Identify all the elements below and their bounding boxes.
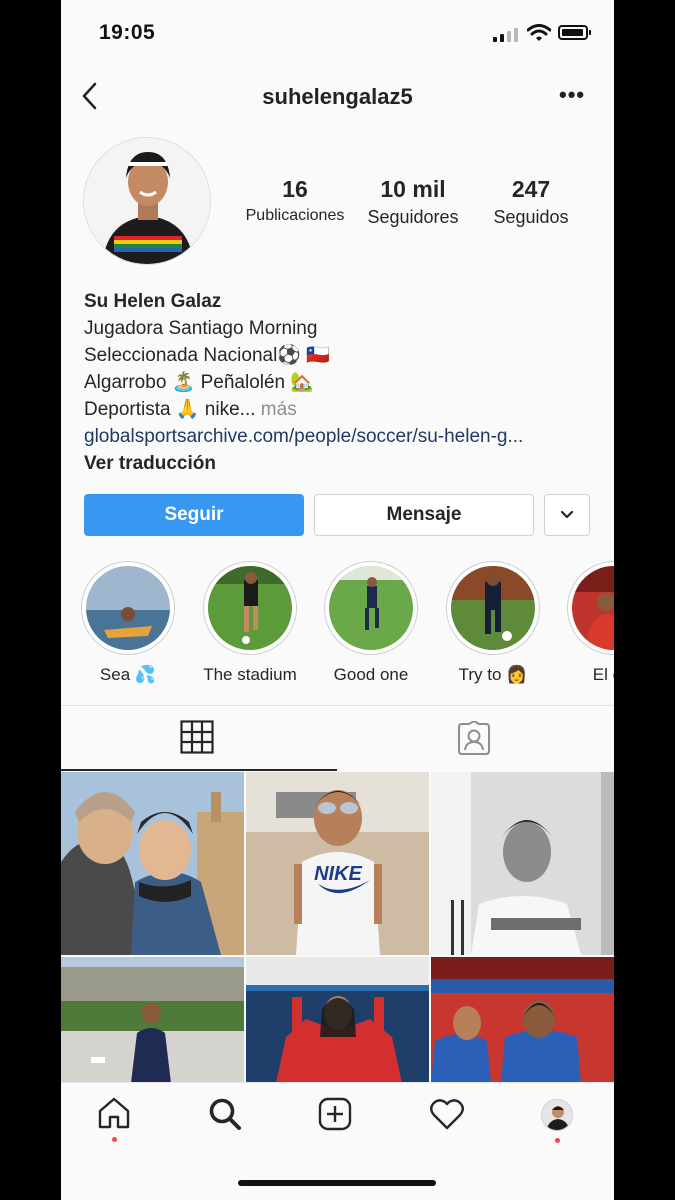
profile-avatar[interactable] <box>83 137 211 265</box>
home-icon[interactable] <box>97 1096 131 1130</box>
highlight-item[interactable]: Try to 👩 <box>445 561 541 685</box>
stat-followers[interactable]: 10 mil Seguidores <box>357 176 469 228</box>
bio-line: Deportista 🙏 nike... más <box>84 396 523 423</box>
activity-icon[interactable] <box>429 1098 465 1130</box>
profile-bio: Su Helen Galaz Jugadora Santiago Morning… <box>84 288 523 477</box>
post-image <box>61 957 244 1083</box>
posts-count: 16 <box>282 176 308 202</box>
tagged-icon[interactable] <box>456 721 492 757</box>
post-image: NIKE <box>246 772 429 955</box>
profile-website-link[interactable]: globalsportsarchive.com/people/soccer/su… <box>84 423 523 450</box>
highlight-cover <box>451 566 535 650</box>
post-image <box>431 957 614 1083</box>
post-thumbnail[interactable] <box>431 772 614 955</box>
highlight-label: The stadium <box>203 665 297 684</box>
highlight-cover <box>208 566 292 650</box>
post-thumbnail[interactable] <box>61 772 244 955</box>
tabs-divider <box>61 705 614 706</box>
following-label: Seguidos <box>493 207 569 227</box>
wifi-icon <box>527 24 551 41</box>
following-count: 247 <box>511 176 551 202</box>
battery-icon <box>558 25 591 40</box>
post-image <box>431 772 614 955</box>
grid-icon[interactable] <box>180 720 214 754</box>
post-thumbnail[interactable] <box>431 957 614 1083</box>
post-thumbnail[interactable] <box>246 957 429 1083</box>
highlight-item[interactable]: The stadium <box>202 561 298 685</box>
profile-name: Su Helen Galaz <box>84 291 222 312</box>
status-time: 19:05 <box>99 21 156 44</box>
search-icon[interactable] <box>207 1096 243 1132</box>
bio-last-line: Deportista 🙏 nike... <box>84 399 256 420</box>
posts-label: Publicaciones <box>245 207 345 224</box>
post-image <box>246 957 429 1083</box>
profile-icon[interactable] <box>541 1099 573 1131</box>
profile-username: suhelengalaz5 <box>262 84 413 109</box>
highlight-cover <box>572 566 614 650</box>
profile-screen: 19:05 suhelengalaz5 ••• 16 Publicaciones… <box>61 0 614 1200</box>
bio-more-link[interactable]: más <box>261 399 297 420</box>
add-post-icon[interactable] <box>318 1097 352 1131</box>
cellular-signal-icon <box>493 28 521 42</box>
suggestions-dropdown-button[interactable] <box>544 494 590 536</box>
svg-text:NIKE: NIKE <box>314 863 362 885</box>
followers-count: 10 mil <box>380 176 446 202</box>
highlight-label: Sea 💦 <box>99 665 157 684</box>
follow-button[interactable]: Seguir <box>84 494 304 536</box>
post-thumbnail[interactable]: NIKE <box>246 772 429 955</box>
chevron-down-icon <box>560 510 574 519</box>
more-options-button[interactable]: ••• <box>559 82 585 108</box>
highlight-cover <box>329 566 413 650</box>
profile-notification-dot <box>555 1138 560 1143</box>
post-thumbnail[interactable] <box>61 957 244 1083</box>
highlight-label: Try to 👩 <box>458 665 528 684</box>
bio-line: Algarrobo 🏝️ Peñalolén 🏡 <box>84 372 315 393</box>
stat-following[interactable]: 247 Seguidos <box>481 176 581 228</box>
highlight-item[interactable]: Sea 💦 <box>80 561 176 685</box>
avatar-photo <box>84 138 210 264</box>
stat-posts[interactable]: 16 Publicaciones <box>241 176 349 225</box>
highlight-item[interactable]: Good one <box>323 561 419 685</box>
highlight-label: El est <box>592 665 614 684</box>
post-image <box>61 772 244 955</box>
home-notification-dot <box>112 1137 117 1142</box>
bio-line: Seleccionada Nacional⚽ 🇨🇱 <box>84 345 330 366</box>
home-indicator[interactable] <box>238 1180 436 1186</box>
highlight-cover <box>86 566 170 650</box>
highlight-item[interactable]: El est <box>566 561 614 685</box>
followers-label: Seguidores <box>367 207 459 227</box>
active-tab-indicator <box>61 769 337 771</box>
message-button[interactable]: Mensaje <box>314 494 534 536</box>
bio-line: Jugadora Santiago Morning <box>84 318 318 339</box>
see-translation-link[interactable]: Ver traducción <box>84 450 523 477</box>
highlight-label: Good one <box>333 665 409 684</box>
